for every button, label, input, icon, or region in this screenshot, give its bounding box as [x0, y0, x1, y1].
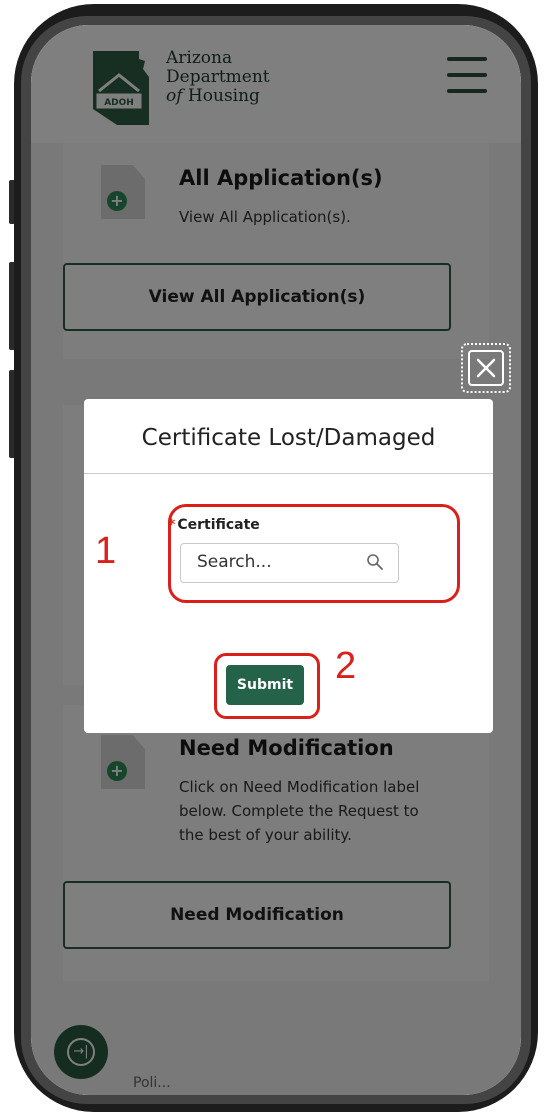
modal-divider [84, 473, 493, 474]
phone-screen: ADOH Arizona Department of Housing + All… [31, 25, 521, 1095]
close-icon [468, 350, 504, 386]
annotation-step-1: 1 [95, 530, 117, 572]
close-modal-button[interactable] [461, 343, 511, 393]
annotation-step-2: 2 [335, 645, 357, 687]
annotation-highlight-2 [214, 653, 320, 719]
modal-title: Certificate Lost/Damaged [141, 425, 436, 451]
annotation-highlight-1 [168, 504, 460, 603]
certificate-modal: Certificate Lost/Damaged * Certificate Se… [84, 399, 493, 733]
